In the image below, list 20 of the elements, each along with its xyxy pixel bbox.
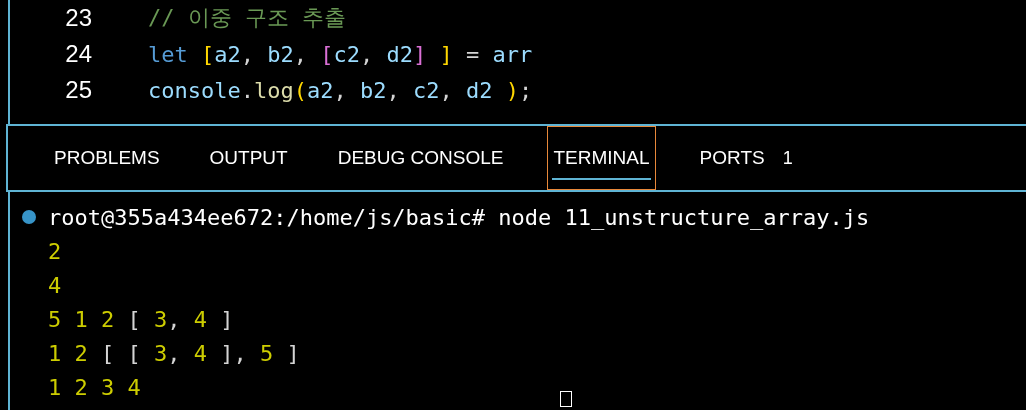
line-number: 24 [64, 40, 92, 68]
code-line: let [a2, b2, [c2, d2] ] = arr [148, 41, 533, 67]
command-status-icon [22, 210, 36, 224]
panel-tab[interactable]: PORTS 1 [693, 126, 799, 190]
code-line: console.log(a2, b2, c2, d2 ); [148, 77, 533, 103]
terminal-command: root@355a434ee672:/home/js/basic# node 11_unstructure_array.js [48, 204, 870, 230]
terminal-output: 4 [48, 272, 62, 298]
code-line: // 이중 구조 추출 [148, 4, 347, 32]
line-number: 23 [64, 4, 92, 32]
panel-tab[interactable]: DEBUG CONSOLE [331, 126, 510, 190]
panel-tab[interactable]: TERMINAL [547, 126, 656, 190]
terminal-cursor [560, 391, 572, 407]
panel-tab[interactable]: PROBLEMS [48, 126, 166, 190]
terminal-output: 5 1 2 [ 3, 4 ] [48, 306, 234, 332]
terminal-output: 1 2 3 4 [48, 374, 141, 400]
terminal-output: 2 [48, 238, 62, 264]
port-count: 1 [782, 147, 793, 169]
panel-tab[interactable]: OUTPUT [203, 126, 294, 190]
terminal-output: 1 2 [ [ 3, 4 ], 5 ] [48, 340, 300, 366]
line-number: 25 [64, 76, 92, 104]
